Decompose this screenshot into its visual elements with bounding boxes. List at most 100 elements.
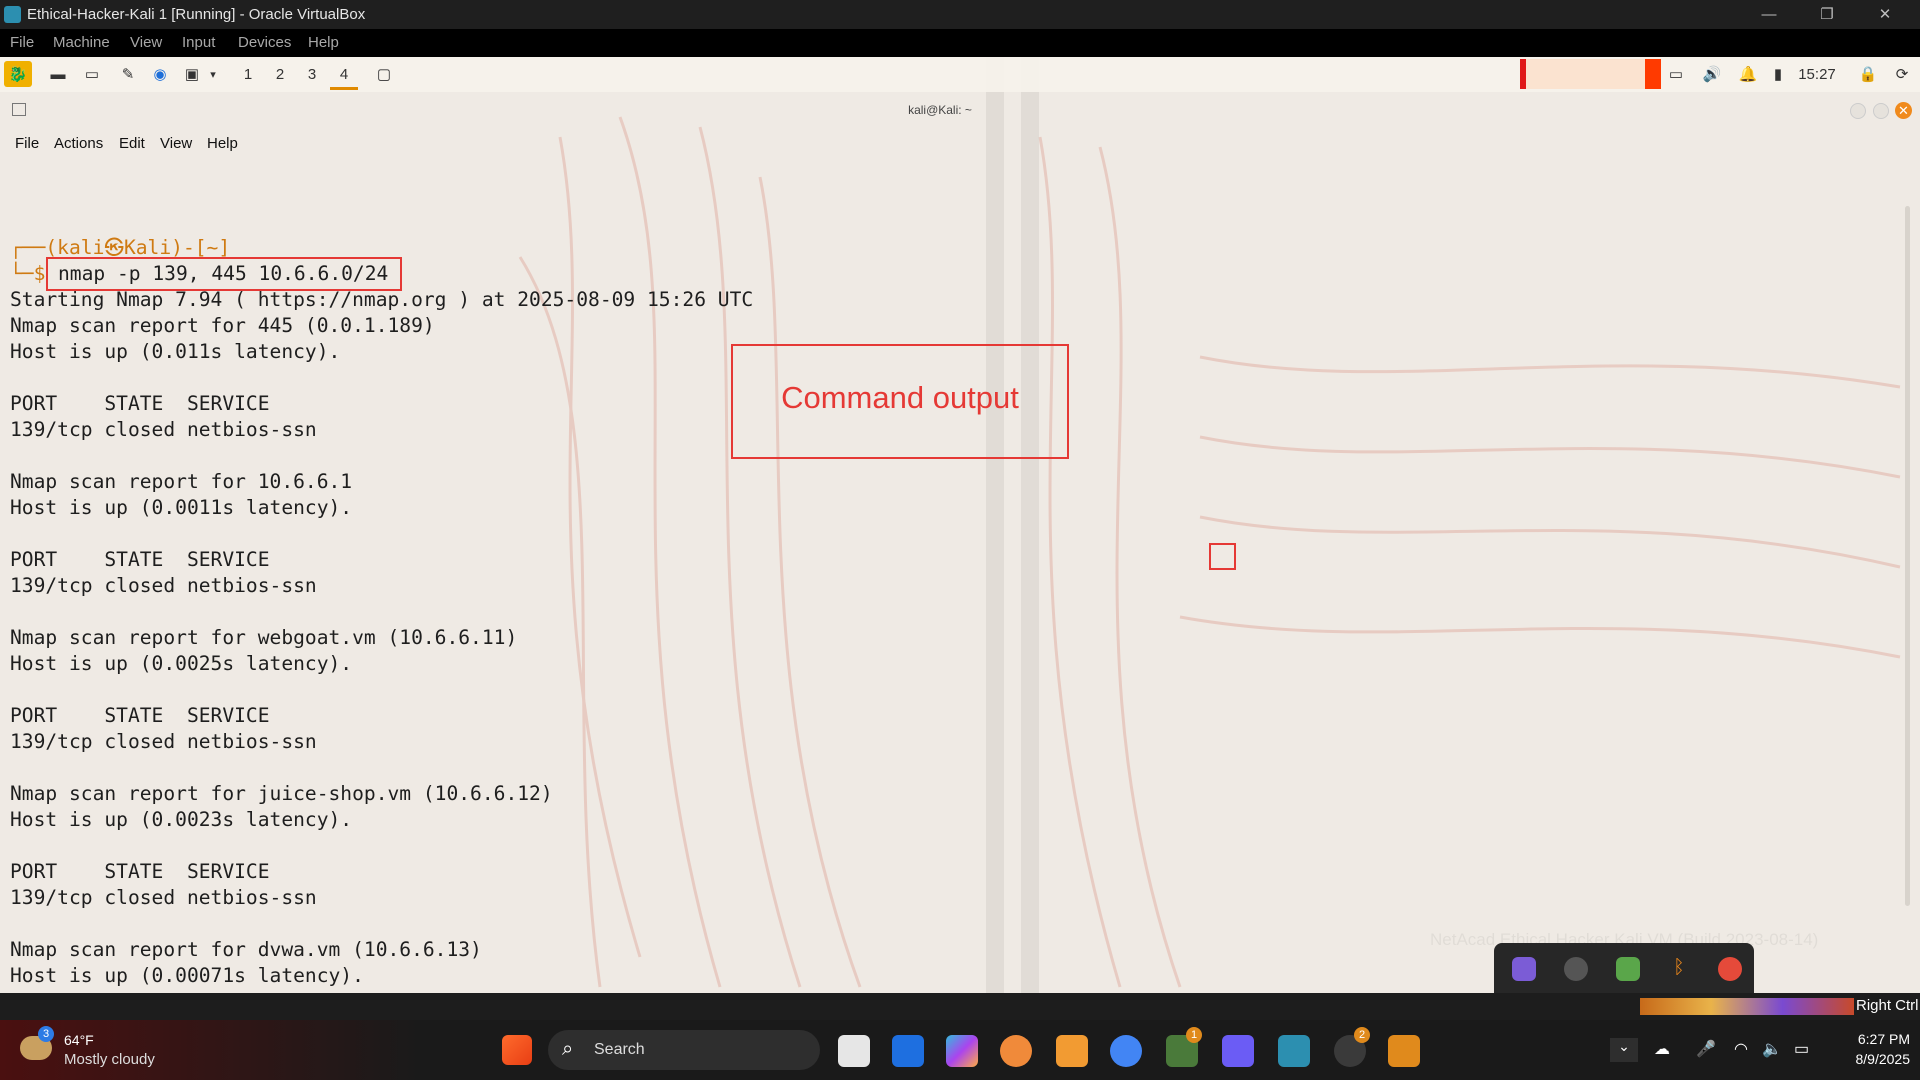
workspace-1[interactable]: 1 (240, 61, 256, 87)
panel-clock[interactable]: 15:27 (1792, 61, 1842, 87)
notification-bell-icon[interactable]: 🔔 (1736, 61, 1760, 87)
weather-temp: 64°F (64, 1032, 94, 1048)
battery-icon[interactable]: ▮ (1770, 61, 1786, 87)
prompt-line-bottom: └─$ (10, 262, 46, 285)
battery-status-icon[interactable]: ▭ (1794, 1039, 1809, 1059)
terminal-launcher-icon[interactable]: ▣ (180, 61, 204, 87)
terminal-menu-view[interactable]: View (160, 135, 192, 152)
visual-studio-icon[interactable] (1222, 1035, 1254, 1067)
annotation-box: Command output (731, 344, 1069, 459)
microphone-icon[interactable]: 🎤 (1696, 1039, 1716, 1059)
taskbar-time[interactable]: 6:27 PM (1830, 1031, 1910, 1047)
output-line: Nmap scan report for webgoat.vm (10.6.6.… (10, 626, 518, 649)
host-key-label: Right Ctrl (1856, 997, 1919, 1014)
tray-bluetooth-icon[interactable]: ᛒ (1667, 957, 1691, 981)
word-icon[interactable] (1388, 1035, 1420, 1067)
terminal-title: kali@Kali: ~ (908, 103, 972, 117)
chrome-icon[interactable] (1110, 1035, 1142, 1067)
maximize-button[interactable] (1873, 103, 1889, 119)
tray-security-icon[interactable] (1718, 957, 1742, 981)
output-line: 139/tcp closed netbios-ssn (10, 730, 317, 753)
restore-icon[interactable]: ❐ (1798, 0, 1856, 29)
minimize-icon[interactable]: — (1740, 0, 1798, 29)
guest-desktop: 🐉 ▬ ▭ ✎ ◉ ▣ ▾ 1 2 3 4 ▢ ▭ 🔊 🔔 ▮ 15:27 🔒 … (0, 57, 1920, 993)
search-icon: ⌕ (562, 1038, 574, 1060)
teams-badge: 1 (1186, 1027, 1202, 1043)
output-line: Host is up (0.011s latency). (10, 340, 341, 363)
window-title: Ethical-Hacker-Kali 1 [Running] - Oracle… (27, 6, 366, 23)
virtualbox-app-icon (4, 6, 21, 23)
whatsapp-badge: 2 (1354, 1027, 1370, 1043)
terminal-menu-edit[interactable]: Edit (119, 135, 145, 152)
terminal-titlebar: kali@Kali: ~ ✕ (0, 92, 1920, 128)
output-line: Nmap scan report for 445 (0.0.1.189) (10, 314, 435, 337)
small-marker-box (1209, 543, 1236, 570)
store-icon[interactable] (1056, 1035, 1088, 1067)
terminal-menu-actions[interactable]: Actions (54, 135, 103, 152)
start-icon[interactable] (502, 1035, 532, 1065)
terminal-window-button[interactable]: ▢ (372, 61, 396, 87)
volume-icon[interactable]: 🔊 (1700, 61, 1724, 87)
weather-widget[interactable]: 3 64°F Mostly cloudy (0, 1020, 420, 1080)
vbox-device-icons[interactable] (1640, 998, 1854, 1015)
output-line: PORT STATE SERVICE (10, 548, 270, 571)
browser-icon[interactable] (1000, 1035, 1032, 1067)
output-line: Host is up (0.0023s latency). (10, 808, 353, 831)
show-desktop-icon[interactable]: ▬ (46, 61, 70, 87)
close-icon[interactable]: ✕ (1856, 0, 1914, 29)
speaker-icon[interactable]: 🔈 (1762, 1039, 1782, 1059)
output-line: Host is up (0.0025s latency). (10, 652, 353, 675)
task-view-icon[interactable] (838, 1035, 870, 1067)
annotation-label: Command output (781, 380, 1019, 415)
minimize-button[interactable] (1850, 103, 1866, 119)
tray-teams-icon[interactable] (1616, 957, 1640, 981)
output-line: Host is up (0.00071s latency). (10, 964, 364, 987)
command-highlight-box (46, 257, 402, 291)
menu-help[interactable]: Help (308, 34, 339, 51)
terminal-output-area[interactable]: ┌──(kali㉿Kali)-[~] └─$ nmap -p 139, 445 … (0, 158, 1910, 993)
output-line: Host is up (0.0011s latency). (10, 496, 353, 519)
taskbar-search[interactable]: ⌕ Search (548, 1030, 820, 1070)
show-hidden-icons[interactable]: ⌄ (1610, 1038, 1638, 1062)
menu-machine[interactable]: Machine (53, 34, 110, 51)
tray-app-icon[interactable] (1512, 957, 1536, 981)
output-line: PORT STATE SERVICE (10, 704, 270, 727)
menu-input[interactable]: Input (182, 34, 215, 51)
wifi-icon[interactable]: ◠ (1734, 1039, 1748, 1059)
kali-top-panel: 🐉 ▬ ▭ ✎ ◉ ▣ ▾ 1 2 3 4 ▢ ▭ 🔊 🔔 ▮ 15:27 🔒 … (0, 57, 1920, 92)
kali-menu-icon[interactable]: 🐉 (4, 61, 32, 87)
output-line: Starting Nmap 7.94 ( https://nmap.org ) … (10, 288, 754, 311)
close-button[interactable]: ✕ (1895, 102, 1912, 119)
workspace-2[interactable]: 2 (272, 61, 288, 87)
copilot-icon[interactable] (946, 1035, 978, 1067)
file-manager-icon[interactable]: ▭ (80, 61, 104, 87)
text-editor-icon[interactable]: ✎ (116, 61, 140, 87)
weather-desc: Mostly cloudy (64, 1051, 155, 1068)
menu-file[interactable]: File (10, 34, 34, 51)
taskbar-date[interactable]: 8/9/2025 (1830, 1051, 1911, 1067)
workspace-4[interactable]: 4 (330, 61, 358, 90)
host-title-bar: Ethical-Hacker-Kali 1 [Running] - Oracle… (0, 0, 1920, 29)
lock-icon[interactable]: 🔒 (1856, 61, 1880, 87)
cpu-graph-peak (1645, 59, 1661, 89)
whatsapp-icon[interactable]: 2 (1334, 1027, 1370, 1067)
virtualbox-taskbar-icon[interactable] (1278, 1035, 1310, 1067)
teams-icon[interactable]: 1 (1166, 1027, 1202, 1067)
terminal-menu-bar: File Actions Edit View Help (0, 128, 1920, 158)
vbox-status-bar: Right Ctrl (0, 993, 1920, 1020)
tray-headset-icon[interactable] (1564, 957, 1588, 981)
windows-taskbar: 3 64°F Mostly cloudy ⌕ Search 1 2 ⌄ ☁ 🎤 … (0, 1020, 1920, 1080)
terminal-menu-file[interactable]: File (15, 135, 39, 152)
menu-view[interactable]: View (130, 34, 162, 51)
chevron-down-icon[interactable]: ▾ (206, 61, 220, 87)
cloud-icon[interactable]: ☁ (1654, 1039, 1670, 1059)
terminal-menu-help[interactable]: Help (207, 135, 238, 152)
terminal-scrollbar[interactable] (1905, 206, 1910, 906)
display-icon[interactable]: ▭ (1664, 61, 1688, 87)
firefox-icon[interactable]: ◉ (148, 61, 172, 87)
file-explorer-icon[interactable] (892, 1035, 924, 1067)
vbox-menu-bar: File Machine View Input Devices Help (0, 29, 1920, 57)
power-icon[interactable]: ⟳ (1890, 61, 1914, 87)
menu-devices[interactable]: Devices (238, 34, 291, 51)
workspace-3[interactable]: 3 (304, 61, 320, 87)
